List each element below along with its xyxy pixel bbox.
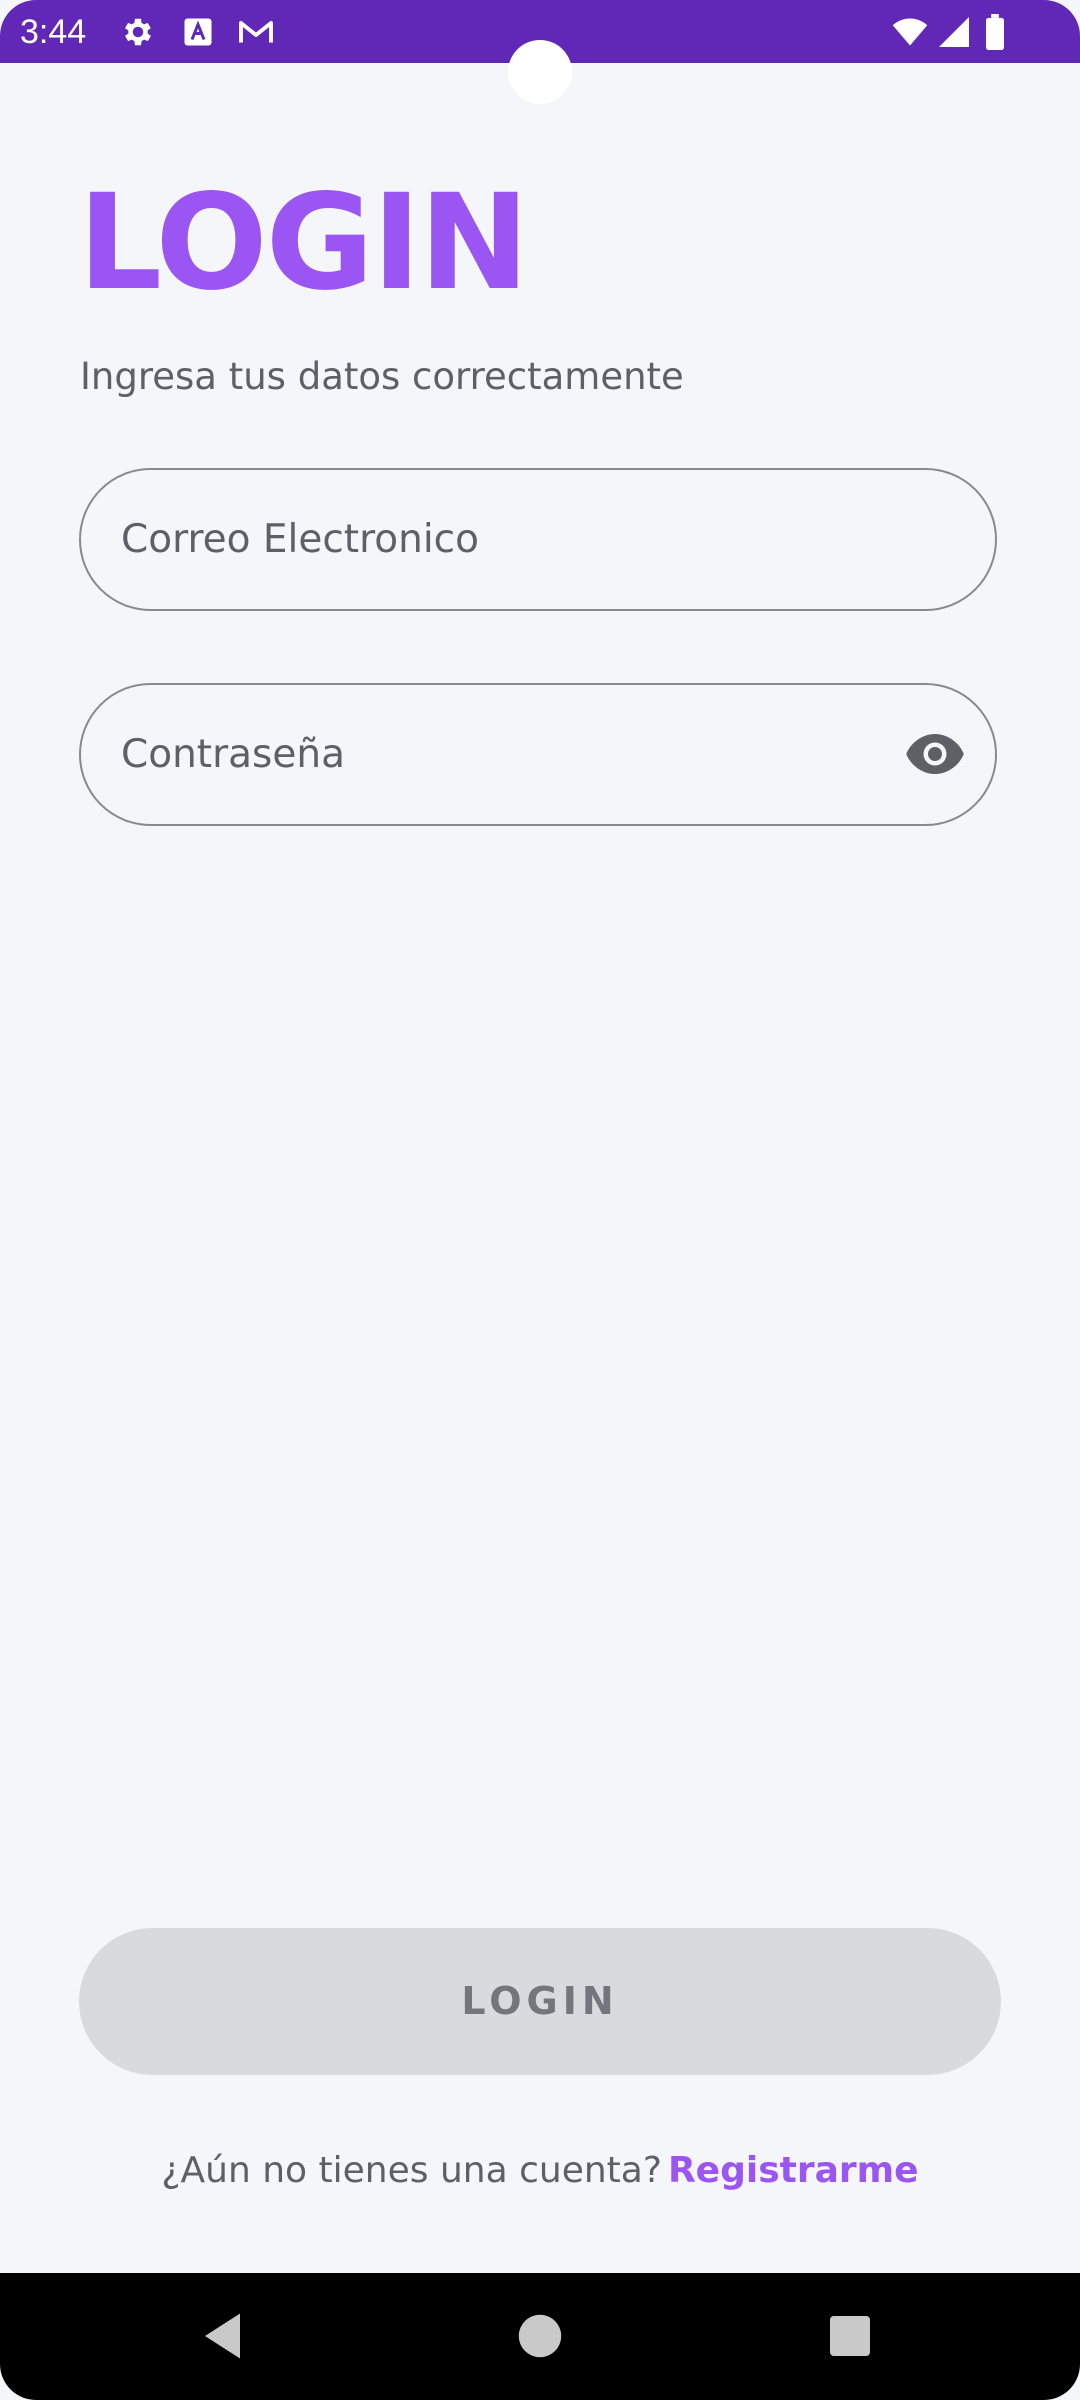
signal-icon — [936, 14, 972, 50]
no-account-text: ¿Aún no tienes una cuenta? — [161, 2150, 662, 2191]
page-subtitle: Ingresa tus datos correctamente — [80, 355, 684, 398]
wifi-icon — [890, 14, 930, 50]
password-field-container — [79, 683, 997, 826]
camera-cutout — [508, 40, 572, 104]
show-password-eye-icon[interactable] — [905, 729, 965, 779]
back-icon[interactable] — [195, 2306, 255, 2366]
page-title: LOGIN — [78, 166, 530, 320]
login-button[interactable]: LOGIN — [79, 1928, 1001, 2075]
password-field[interactable] — [121, 685, 901, 823]
email-field-container — [79, 468, 997, 611]
gmail-icon — [236, 14, 276, 50]
home-icon[interactable] — [510, 2306, 570, 2366]
status-time: 3:44 — [20, 13, 87, 51]
register-link[interactable]: Registrarme — [668, 2150, 919, 2191]
battery-icon — [982, 14, 1008, 50]
email-field[interactable] — [121, 470, 901, 608]
register-prompt: ¿Aún no tienes una cuenta? Registrarme — [0, 2146, 1080, 2196]
recents-icon[interactable] — [820, 2306, 880, 2366]
font-icon — [180, 14, 216, 50]
login-screen: 3:44 LOGIN Ingresa tus datos correctamen… — [0, 0, 1080, 2400]
navigation-bar — [0, 2273, 1080, 2400]
settings-icon — [120, 14, 156, 50]
